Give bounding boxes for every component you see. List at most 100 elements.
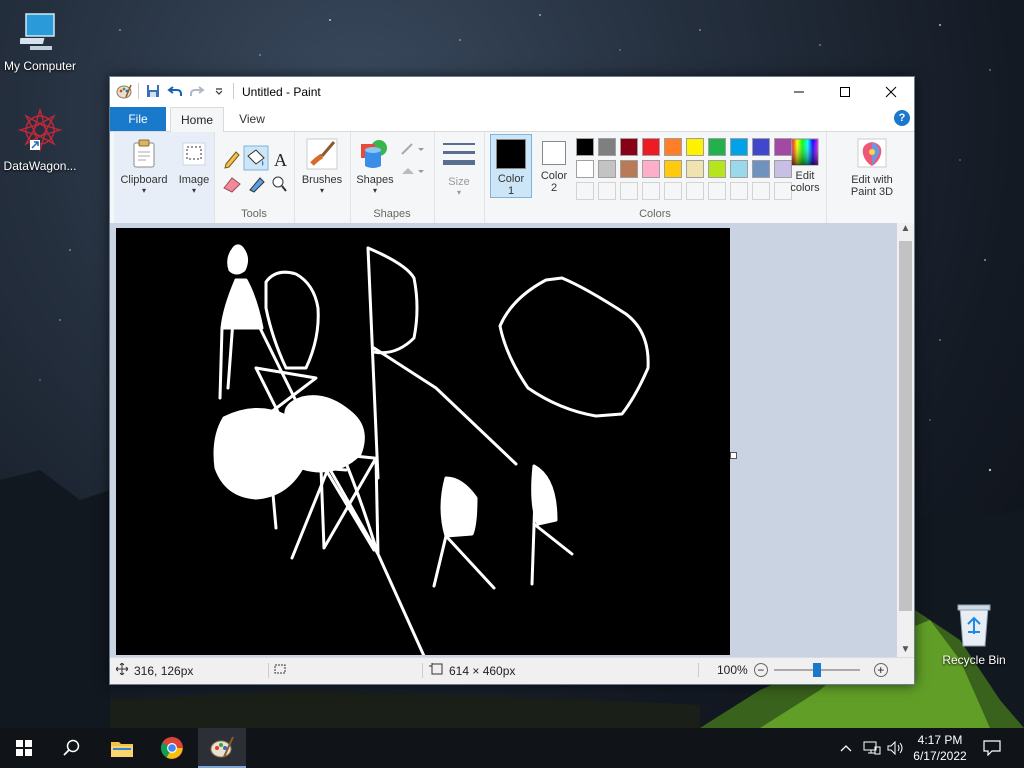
color2-button[interactable]: Color 2 bbox=[534, 134, 574, 198]
title-bar: Untitled - Paint bbox=[110, 77, 914, 107]
toolbar-separator bbox=[233, 83, 234, 99]
volume-icon[interactable] bbox=[884, 728, 908, 768]
drawing-canvas[interactable] bbox=[116, 228, 730, 655]
customize-toolbar-chevron-icon[interactable] bbox=[211, 83, 227, 99]
canvas-size: 614 × 460px bbox=[422, 663, 515, 678]
palette-swatch[interactable] bbox=[664, 138, 682, 156]
custom-color-slot[interactable] bbox=[708, 182, 726, 200]
quick-access-toolbar bbox=[116, 83, 234, 99]
colors-group-label: Colors bbox=[639, 208, 671, 220]
fill-icon[interactable] bbox=[400, 164, 426, 181]
color1-button[interactable]: Color 1 bbox=[490, 134, 532, 198]
minimize-button[interactable] bbox=[776, 77, 822, 107]
tools-group: A Tools bbox=[214, 132, 295, 223]
cursor-position-text: 316, 126px bbox=[134, 663, 194, 678]
window-title: Untitled - Paint bbox=[242, 85, 321, 99]
paint-app-icon[interactable] bbox=[116, 83, 132, 99]
edit-with-paint3d-button[interactable]: Edit with Paint 3D bbox=[842, 138, 902, 198]
image-label: Image bbox=[178, 174, 210, 186]
palette-swatch[interactable] bbox=[708, 138, 726, 156]
palette-swatch[interactable] bbox=[576, 160, 594, 178]
cursor-position: 316, 126px bbox=[115, 662, 194, 678]
palette-swatch[interactable] bbox=[752, 160, 770, 178]
clock[interactable]: 4:17 PM 6/17/2022 bbox=[908, 728, 972, 768]
edit-colors-label-1: Edit bbox=[795, 170, 815, 182]
paint-window: Untitled - Paint File Home View ? Clipbo… bbox=[109, 76, 915, 685]
palette-swatch[interactable] bbox=[730, 138, 748, 156]
custom-color-slot[interactable] bbox=[620, 182, 638, 200]
paint3d-group: Edit with Paint 3D bbox=[840, 132, 906, 223]
palette-swatch[interactable] bbox=[642, 160, 660, 178]
search-button[interactable] bbox=[48, 728, 96, 768]
text-icon: A bbox=[274, 150, 287, 170]
size-button[interactable]: Size ▾ bbox=[438, 140, 480, 197]
custom-color-slot[interactable] bbox=[642, 182, 660, 200]
vertical-scrollbar[interactable]: ▲ ▼ bbox=[897, 223, 914, 657]
custom-color-slot[interactable] bbox=[752, 182, 770, 200]
paint-icon bbox=[210, 736, 234, 758]
palette-swatch[interactable] bbox=[664, 160, 682, 178]
taskbar-paint[interactable] bbox=[198, 728, 246, 768]
tab-view[interactable]: View bbox=[228, 107, 276, 131]
palette-swatch[interactable] bbox=[686, 160, 704, 178]
undo-icon[interactable] bbox=[167, 83, 183, 99]
clipboard-label: Clipboard bbox=[120, 174, 168, 186]
color1-number: 1 bbox=[507, 185, 515, 197]
taskbar-chrome[interactable] bbox=[148, 728, 196, 768]
custom-color-slot[interactable] bbox=[598, 182, 616, 200]
paint3d-label-2: Paint 3D bbox=[850, 186, 894, 198]
close-button[interactable] bbox=[868, 77, 914, 107]
zoom-out-button[interactable]: − bbox=[753, 663, 768, 677]
scroll-thumb[interactable] bbox=[899, 241, 912, 611]
palette-swatch[interactable] bbox=[642, 138, 660, 156]
custom-color-slot[interactable] bbox=[730, 182, 748, 200]
custom-color-slot[interactable] bbox=[686, 182, 704, 200]
maximize-button[interactable] bbox=[822, 77, 868, 107]
scroll-down-arrow-icon[interactable]: ▼ bbox=[897, 644, 914, 655]
shapes-icon bbox=[359, 138, 391, 170]
clipboard-button[interactable]: Clipboard ▾ bbox=[118, 138, 170, 195]
desktop-icon-datawagon[interactable]: DataWagon... bbox=[0, 106, 80, 173]
show-hidden-icons-chevron-icon[interactable] bbox=[836, 728, 856, 768]
image-button[interactable]: Image ▾ bbox=[176, 138, 212, 195]
custom-color-slot[interactable] bbox=[576, 182, 594, 200]
palette-swatch[interactable] bbox=[752, 138, 770, 156]
shapes-button[interactable]: Shapes ▾ bbox=[352, 138, 398, 195]
size-label: Size bbox=[448, 176, 470, 188]
tab-home[interactable]: Home bbox=[170, 107, 224, 133]
palette-swatch[interactable] bbox=[686, 138, 704, 156]
taskbar-file-explorer[interactable] bbox=[98, 728, 146, 768]
start-button[interactable] bbox=[0, 728, 48, 768]
desktop-icon-my-computer[interactable]: My Computer bbox=[0, 10, 80, 73]
outline-icon[interactable] bbox=[400, 142, 426, 159]
color2-swatch bbox=[542, 141, 566, 165]
palette-swatch[interactable] bbox=[576, 138, 594, 156]
desktop-icon-recycle-bin[interactable]: Recycle Bin bbox=[934, 602, 1014, 667]
window-controls bbox=[776, 77, 914, 107]
redo-icon[interactable] bbox=[189, 83, 205, 99]
scroll-up-arrow-icon[interactable]: ▲ bbox=[897, 223, 914, 239]
canvas-resize-handle[interactable] bbox=[730, 452, 737, 459]
zoom-slider-thumb[interactable] bbox=[812, 663, 821, 677]
tab-file[interactable]: File bbox=[110, 107, 166, 131]
notifications-icon[interactable] bbox=[976, 728, 1008, 768]
palette-swatch[interactable] bbox=[708, 160, 726, 178]
network-icon[interactable] bbox=[860, 728, 884, 768]
save-icon[interactable] bbox=[145, 83, 161, 99]
shapes-label: Shapes bbox=[356, 174, 394, 186]
palette-swatch[interactable] bbox=[730, 160, 748, 178]
zoom-in-button[interactable]: + bbox=[873, 663, 888, 677]
eraser-icon bbox=[223, 177, 241, 193]
custom-color-slot[interactable] bbox=[664, 182, 682, 200]
taskbar: 4:17 PM 6/17/2022 bbox=[0, 728, 1024, 768]
palette-swatch[interactable] bbox=[620, 160, 638, 178]
palette-swatch[interactable] bbox=[620, 138, 638, 156]
pencil-icon bbox=[224, 151, 240, 169]
zoom-slider[interactable] bbox=[773, 663, 860, 677]
palette-swatch[interactable] bbox=[598, 138, 616, 156]
brushes-button[interactable]: Brushes ▾ bbox=[298, 138, 346, 195]
edit-colors-button[interactable]: Edit colors bbox=[786, 138, 824, 194]
select-icon bbox=[178, 138, 210, 170]
palette-swatch[interactable] bbox=[598, 160, 616, 178]
help-icon[interactable]: ? bbox=[894, 110, 910, 126]
